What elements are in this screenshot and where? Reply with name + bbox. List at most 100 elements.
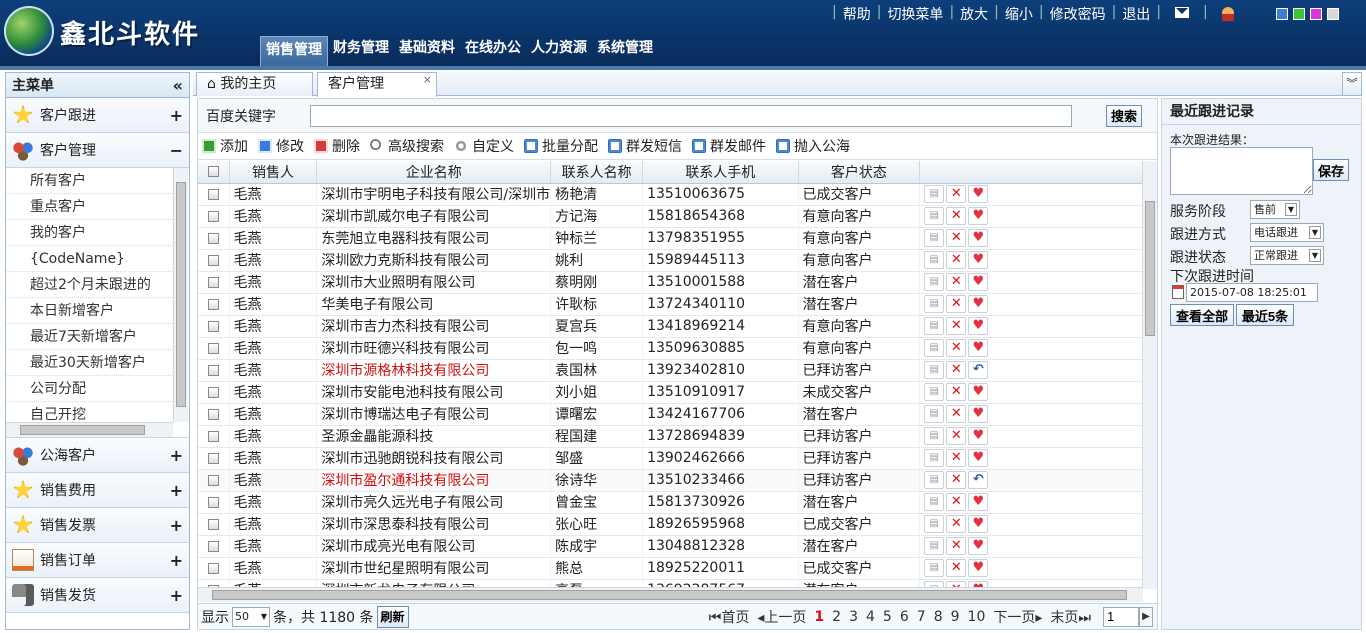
table-row[interactable]: 毛燕 深圳市亮久远光电子有限公司 曾金宝 15813730926 潜在客户 ▤ ✕ ♥ [198, 491, 1143, 514]
page-number[interactable]: 7 [917, 609, 926, 625]
heart-icon[interactable]: ♥ [968, 185, 989, 203]
sidebar-group[interactable]: 销售发票 + [6, 508, 189, 543]
row-checkbox[interactable] [207, 276, 219, 288]
heart-icon[interactable]: ♥ [968, 493, 989, 511]
submenu-item[interactable]: 重点客户 [6, 194, 173, 220]
row-checkbox[interactable] [207, 408, 219, 420]
column-header[interactable]: 销售人 [229, 161, 318, 184]
page-number[interactable]: 1 [814, 609, 824, 625]
sidebar-group[interactable]: 客户跟进 + [6, 98, 189, 133]
table-row[interactable]: 毛燕 华美电子有限公司 许耿标 13724340110 潜在客户 ▤ ✕ ♥ [198, 293, 1143, 316]
table-row[interactable]: 毛燕 东莞旭立电器科技有限公司 钟标兰 13798351955 有意向客户 ▤ ✕ ♥ [198, 227, 1143, 250]
view-icon[interactable]: ▤ [924, 493, 945, 511]
row-checkbox[interactable] [207, 232, 219, 244]
last-page-button[interactable]: 末页⏭ [1050, 607, 1091, 627]
next-time-input[interactable]: 2015-07-08 18:25:01 [1186, 283, 1318, 302]
row-checkbox[interactable] [207, 188, 219, 200]
delete-icon[interactable]: ✕ [946, 427, 967, 445]
column-header[interactable]: 企业名称 [316, 161, 552, 184]
page-number[interactable]: 9 [951, 609, 960, 625]
scrollbar-thumb[interactable] [20, 425, 145, 435]
table-row[interactable]: 毛燕 深圳市盈尔通科技有限公司 徐诗华 13510233466 已拜访客户 ▤ ✕ ↶ [198, 469, 1143, 492]
row-checkbox[interactable] [207, 298, 219, 310]
row-checkbox[interactable] [207, 562, 219, 574]
sidebar-group[interactable]: 公海客户 + [6, 438, 189, 473]
expand-icon[interactable]: + [170, 446, 183, 465]
view-icon[interactable]: ▤ [924, 185, 945, 203]
table-row[interactable]: 毛燕 圣源金畾能源科技 程国建 13728694839 已拜访客户 ▤ ✕ ♥ [198, 425, 1143, 448]
recall-icon[interactable]: ↶ [968, 471, 989, 489]
row-checkbox[interactable] [207, 254, 219, 266]
skin-color-swatch[interactable] [1276, 8, 1288, 20]
heart-icon[interactable]: ♥ [968, 295, 989, 313]
submenu-item[interactable]: 公司分配 [6, 376, 173, 402]
double-chevron-left-icon[interactable]: « [173, 76, 183, 95]
heart-icon[interactable]: ♥ [968, 559, 989, 577]
select-all-checkbox[interactable] [207, 166, 219, 178]
submenu-horizontal-scrollbar[interactable] [6, 422, 173, 437]
row-checkbox[interactable] [207, 342, 219, 354]
row-checkbox[interactable] [207, 452, 219, 464]
view-icon[interactable]: ▤ [924, 515, 945, 533]
delete-icon[interactable]: ✕ [946, 537, 967, 555]
view-icon[interactable]: ▤ [924, 383, 945, 401]
delete-icon[interactable]: ✕ [946, 273, 967, 291]
column-header[interactable]: 联系人名称 [550, 161, 644, 184]
table-row[interactable]: 毛燕 深圳市凯威尔电子有限公司 方记海 15818654368 有意向客户 ▤ ✕ ♥ [198, 205, 1143, 228]
delete-icon[interactable]: ✕ [946, 295, 967, 313]
main-nav-item[interactable]: 系统管理 [592, 34, 658, 66]
column-header[interactable]: 联系人手机 [642, 161, 799, 184]
followup-result-textarea[interactable] [1170, 147, 1313, 195]
prev-page-button[interactable]: ◂上一页 [757, 607, 806, 627]
row-checkbox[interactable] [207, 364, 219, 376]
table-row[interactable]: 毛燕 深圳市迅驰朗锐科技有限公司 邹盛 13902462666 已拜访客户 ▤ ✕ ♥ [198, 447, 1143, 470]
table-row[interactable]: 毛燕 深圳市旺德兴科技有限公司 包一鸣 13509630885 有意向客户 ▤ ✕ ♥ [198, 337, 1143, 360]
toolbar-button[interactable]: 添加 [202, 136, 248, 156]
double-chevron-down-icon[interactable]: ︾ [1342, 72, 1362, 96]
page-number-input[interactable] [1103, 606, 1139, 627]
refresh-button[interactable]: 刷新 [376, 605, 409, 628]
tab-customer-management[interactable]: 客户管理 × [317, 72, 437, 97]
delete-icon[interactable]: ✕ [946, 251, 967, 269]
sidebar-group[interactable]: 客户管理 − [6, 133, 189, 168]
toolbar-button[interactable]: 群发邮件 [692, 136, 766, 156]
main-nav-item[interactable]: 财务管理 [328, 34, 394, 66]
heart-icon[interactable]: ♥ [968, 317, 989, 335]
row-checkbox[interactable] [207, 518, 219, 530]
view-icon[interactable]: ▤ [924, 559, 945, 577]
expand-icon[interactable]: + [170, 106, 183, 125]
first-page-button[interactable]: ⏮首页 [709, 607, 750, 627]
view-icon[interactable]: ▤ [924, 273, 945, 291]
sidebar-group[interactable]: 销售订单 + [6, 543, 189, 578]
toolbar-button[interactable]: 高级搜索 [370, 136, 444, 156]
view-icon[interactable]: ▤ [924, 361, 945, 379]
page-number[interactable]: 6 [900, 609, 909, 625]
page-number[interactable]: 8 [934, 609, 943, 625]
delete-icon[interactable]: ✕ [946, 559, 967, 577]
delete-icon[interactable]: ✕ [946, 361, 967, 379]
submenu-item[interactable]: 超过2个月未跟进的 [6, 272, 173, 298]
search-button[interactable]: 搜索 [1106, 104, 1142, 127]
page-number[interactable]: 3 [849, 609, 858, 625]
expand-icon[interactable]: + [170, 516, 183, 535]
heart-icon[interactable]: ♥ [968, 273, 989, 291]
go-page-button[interactable]: ▶ [1139, 606, 1153, 627]
heart-icon[interactable]: ♥ [968, 515, 989, 533]
delete-icon[interactable]: ✕ [946, 229, 967, 247]
page-number[interactable]: 2 [832, 609, 841, 625]
view-icon[interactable]: ▤ [924, 229, 945, 247]
save-button[interactable]: 保存 [1313, 159, 1349, 181]
main-nav-item[interactable]: 人力资源 [526, 34, 592, 66]
table-row[interactable]: 毛燕 深圳市吉力杰科技有限公司 夏宫兵 13418969214 有意向客户 ▤ ✕ ♥ [198, 315, 1143, 338]
scrollbar-thumb[interactable] [176, 182, 186, 407]
view-icon[interactable]: ▤ [924, 317, 945, 335]
table-row[interactable]: 毛燕 深圳市深思泰科技有限公司 张心旺 18926595968 已成交客户 ▤ ✕ ♥ [198, 513, 1143, 536]
table-row[interactable]: 毛燕 深圳市博瑞达电子有限公司 谭曙宏 13424167706 潜在客户 ▤ ✕ ♥ [198, 403, 1143, 426]
submenu-vertical-scrollbar[interactable] [173, 168, 188, 422]
delete-icon[interactable]: ✕ [946, 515, 967, 533]
heart-icon[interactable]: ♥ [968, 427, 989, 445]
delete-icon[interactable]: ✕ [946, 185, 967, 203]
page-number[interactable]: 10 [968, 609, 986, 625]
row-checkbox[interactable] [207, 210, 219, 222]
table-row[interactable]: 毛燕 深圳市世纪星照明有限公司 熊总 18925220011 已成交客户 ▤ ✕ ♥ [198, 557, 1143, 580]
